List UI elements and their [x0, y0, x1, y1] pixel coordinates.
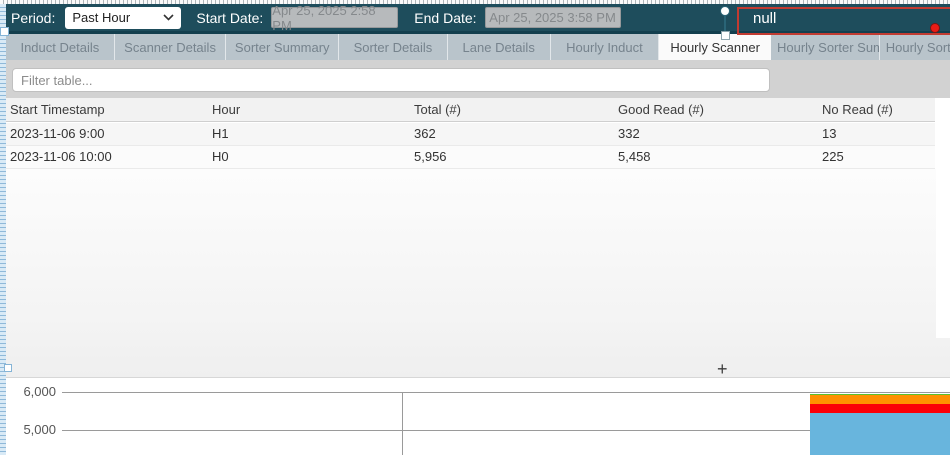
period-label: Period: [11, 10, 55, 26]
column-header-good-read-[interactable]: Good Read (#) [618, 98, 704, 122]
table-empty-area [6, 169, 950, 378]
tab-label: Hourly Sort [886, 40, 950, 55]
tab-label: Induct Details [20, 40, 99, 55]
tab-label: Lane Details [463, 40, 535, 55]
bar-segment-good-read [810, 413, 950, 455]
tab-label: Scanner Details [124, 40, 216, 55]
column-header-no-read-[interactable]: No Read (#) [822, 98, 893, 122]
table-cell: 225 [822, 146, 844, 168]
tab-hourly-sort[interactable]: Hourly Sort [880, 34, 950, 60]
tab-hourly-scanner[interactable]: Hourly Scanner [659, 34, 771, 60]
tab-label: Sorter Summary [235, 40, 330, 55]
hourly-scanner-bar-chart: 6,000 5,000 [0, 379, 950, 455]
error-dot-icon [930, 23, 940, 33]
tab-sorter-summary[interactable]: Sorter Summary [226, 34, 339, 60]
tab-sorter-details[interactable]: Sorter Details [339, 34, 448, 60]
table-cell: 2023-11-06 10:00 [10, 146, 112, 168]
table-cell: H1 [212, 123, 229, 145]
table-cell: H0 [212, 146, 229, 168]
left-ruler [0, 0, 6, 455]
designer-canvas: Period: Past Hour Start Date: Apr 25, 20… [0, 0, 950, 455]
end-date-value: Apr 25, 2025 3:58 PM [489, 10, 615, 25]
table-cell: 2023-11-06 9:00 [10, 123, 104, 145]
tab-bar: Induct Details Scanner Details Sorter Summ… [6, 34, 950, 60]
tab-induct-details[interactable]: Induct Details [6, 34, 115, 60]
selected-element-value: null [753, 10, 776, 27]
start-date-label: Start Date: [196, 10, 263, 26]
period-select[interactable]: Past Hour [65, 7, 181, 29]
bar-segment-no-read [810, 404, 950, 413]
filter-bar [6, 60, 950, 98]
end-date-label: End Date: [414, 10, 476, 26]
start-date-input[interactable]: Apr 25, 2025 2:58 PM [271, 7, 398, 28]
table-scrollbar-track[interactable] [936, 98, 950, 338]
add-component-plus-icon[interactable]: + [717, 359, 728, 379]
table-cell: 362 [414, 123, 436, 145]
tab-label: Sorter Details [354, 40, 433, 55]
chevron-down-icon [163, 14, 174, 21]
table-body: 2023-11-06 9:00H1362332132023-11-06 10:0… [6, 123, 935, 169]
table-cell: 332 [618, 123, 640, 145]
table-row[interactable]: 2023-11-06 9:00 H1 362 332 13 [6, 123, 935, 146]
tab-hourly-induct[interactable]: Hourly Induct [551, 34, 660, 60]
vertical-gridline [402, 392, 403, 455]
table-cell: 5,458 [618, 146, 651, 168]
period-select-value: Past Hour [72, 10, 130, 25]
bar-segment-unlabeled-orange [810, 395, 950, 404]
column-header-start-timestamp[interactable]: Start Timestamp [10, 98, 105, 122]
start-date-value: Apr 25, 2025 2:58 PM [272, 3, 397, 33]
end-date-input[interactable]: Apr 25, 2025 3:58 PM [485, 7, 621, 28]
top-ruler [0, 0, 950, 4]
filter-input[interactable] [12, 68, 770, 92]
y-axis-tick-label: 6,000 [4, 385, 56, 399]
resize-handle-left-top[interactable] [0, 27, 9, 36]
resize-handle-left-bottom[interactable] [4, 364, 12, 372]
table-cell: 13 [822, 123, 836, 145]
selection-circle-handle[interactable] [720, 6, 730, 16]
tab-scanner-details[interactable]: Scanner Details [115, 34, 227, 60]
column-header-total-[interactable]: Total (#) [414, 98, 461, 122]
y-axis-tick-label: 5,000 [4, 423, 56, 437]
tab-label: Hourly Induct [566, 40, 643, 55]
tab-hourly-sorter-summar[interactable]: Hourly Sorter Summar [771, 34, 880, 60]
selection-square-handle[interactable] [721, 31, 730, 40]
tab-label: Hourly Scanner [670, 40, 760, 55]
table-row[interactable]: 2023-11-06 10:00 H0 5,956 5,458 225 [6, 146, 935, 169]
table-cell: 5,956 [414, 146, 447, 168]
tab-lane-details[interactable]: Lane Details [448, 34, 551, 60]
table-header: Start Timestamp Hour Total (#) Good Read (#… [6, 98, 935, 122]
column-header-hour[interactable]: Hour [212, 98, 240, 122]
tab-label: Hourly Sorter Summar [777, 40, 880, 55]
